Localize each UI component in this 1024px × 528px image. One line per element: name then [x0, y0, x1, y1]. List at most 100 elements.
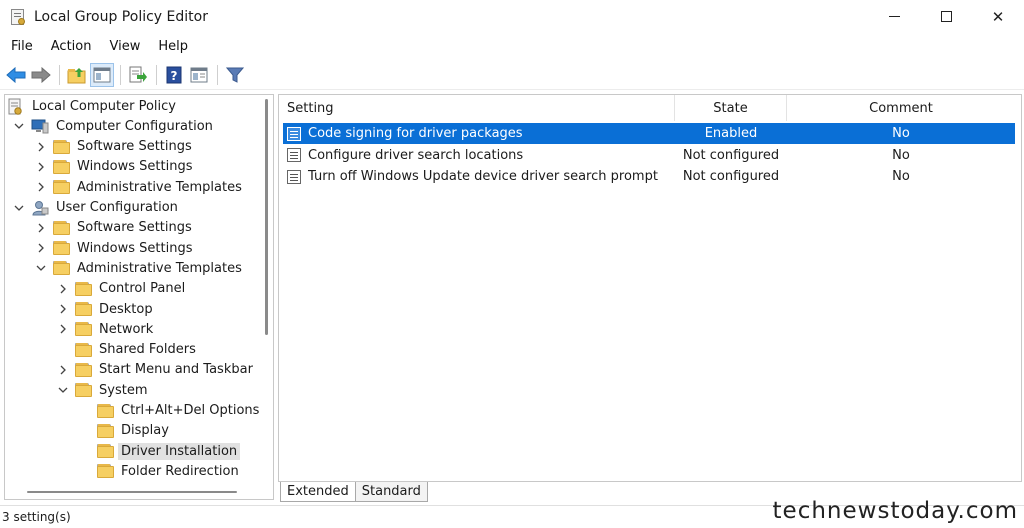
chevron-right-icon[interactable]	[57, 364, 69, 376]
tab-extended[interactable]: Extended	[280, 482, 356, 502]
menu-bar: File Action View Help	[0, 35, 1024, 57]
console-tree[interactable]: Local Computer Policy Computer Configurat…	[4, 94, 274, 500]
tree-item-label: Network	[99, 321, 154, 337]
properties-icon	[190, 67, 208, 82]
state-cell: Enabled	[704, 126, 758, 141]
tree-item[interactable]: Shared Folders	[57, 340, 199, 360]
chevron-down-icon[interactable]	[35, 262, 47, 274]
chevron-right-icon[interactable]	[57, 323, 69, 335]
tab-standard[interactable]: Standard	[355, 482, 428, 502]
chevron-down-icon[interactable]	[13, 120, 25, 132]
maximize-icon	[940, 11, 952, 22]
column-header-state[interactable]: State	[675, 95, 787, 121]
tree-item-label: Control Panel	[99, 281, 186, 297]
back-button[interactable]	[4, 63, 28, 87]
show-hide-tree-button[interactable]	[90, 62, 114, 87]
policy-row[interactable]: Turn off Windows Update device driver se…	[283, 166, 1015, 187]
toolbar-separator	[59, 64, 60, 85]
maximize-button[interactable]	[920, 0, 972, 33]
tree-item[interactable]: Control Panel	[57, 279, 188, 299]
chevron-down-icon[interactable]	[13, 202, 25, 214]
tree-item[interactable]: Administrative Templates	[35, 177, 245, 197]
tree-item[interactable]: Software Settings	[35, 218, 195, 238]
tree-item[interactable]: Software Settings	[35, 137, 195, 157]
forward-button[interactable]	[29, 63, 53, 87]
chevron-right-icon[interactable]	[35, 242, 47, 254]
tree-item-label: Administrative Templates	[77, 260, 242, 276]
user-icon	[31, 200, 49, 216]
comment-cell: No	[892, 126, 910, 141]
filter-button[interactable]	[223, 63, 247, 87]
back-arrow-icon	[6, 66, 26, 83]
tree-item[interactable]: Folder Redirection	[79, 461, 242, 481]
help-button[interactable]: ?	[162, 63, 186, 87]
tree-item[interactable]: Network	[57, 319, 156, 339]
menu-help[interactable]: Help	[149, 39, 197, 54]
tree-item-label: Start Menu and Taskbar	[99, 362, 253, 378]
column-header-setting[interactable]: Setting	[279, 95, 675, 121]
folder-icon	[53, 139, 70, 154]
minimize-button[interactable]	[868, 0, 920, 33]
tree-item-label: Desktop	[99, 301, 153, 317]
chevron-right-icon[interactable]	[35, 161, 47, 173]
up-one-level-button[interactable]	[65, 63, 89, 87]
folder-icon	[75, 342, 92, 357]
menu-action[interactable]: Action	[42, 39, 101, 54]
tree-item-label: Software Settings	[77, 139, 192, 155]
tree-item[interactable]: Desktop	[57, 299, 156, 319]
chevron-right-icon[interactable]	[57, 283, 69, 295]
tree-item-label: Driver Installation	[118, 442, 241, 460]
chevron-right-icon[interactable]	[35, 181, 47, 193]
tree-item[interactable]: Windows Settings	[35, 238, 195, 258]
state-cell: Not configured	[682, 169, 780, 184]
tree-item[interactable]: Computer Configuration	[13, 116, 216, 136]
tree-item[interactable]: Driver Installation	[79, 441, 241, 461]
tree-item-label: Folder Redirection	[121, 463, 239, 479]
title-bar: Local Group Policy Editor ✕	[0, 0, 1024, 33]
up-folder-icon	[67, 67, 86, 83]
tree-item[interactable]: Display	[79, 421, 172, 441]
column-state-label: State	[713, 100, 748, 116]
tree-item[interactable]: Windows Settings	[35, 157, 195, 177]
folder-icon	[75, 302, 92, 316]
tree-item-label: Local Computer Policy	[32, 98, 176, 114]
chevron-right-icon[interactable]	[35, 141, 47, 153]
column-comment-label: Comment	[869, 100, 933, 116]
tree-item[interactable]: System	[57, 380, 150, 400]
view-tabs: Extended Standard	[280, 482, 428, 502]
filter-icon	[226, 67, 244, 83]
menu-view[interactable]: View	[100, 39, 149, 54]
tree-item[interactable]: Administrative Templates	[35, 258, 245, 278]
tree-vertical-scrollbar[interactable]	[265, 99, 268, 335]
policy-row[interactable]: Code signing for driver packages Enabled N…	[283, 123, 1015, 144]
watermark: technewstoday.com	[772, 498, 1018, 524]
computer-icon	[31, 118, 49, 134]
close-icon: ✕	[991, 7, 1005, 26]
details-pane[interactable]: Setting State Comment Code signing for d…	[278, 94, 1022, 482]
folder-icon	[53, 261, 70, 276]
chevron-right-icon[interactable]	[35, 222, 47, 234]
policy-setting-icon	[287, 148, 301, 162]
export-list-button[interactable]	[126, 63, 150, 87]
menu-file[interactable]: File	[2, 39, 42, 54]
toolbar-separator	[156, 64, 157, 85]
properties-button[interactable]	[187, 63, 211, 87]
chevron-right-icon[interactable]	[57, 303, 69, 315]
tree-item[interactable]: Start Menu and Taskbar	[57, 360, 256, 380]
tree-item[interactable]: Ctrl+Alt+Del Options	[79, 401, 262, 421]
policy-row[interactable]: Configure driver search locations Not con…	[283, 145, 1015, 166]
tree-item-label: Windows Settings	[77, 240, 193, 256]
tree-item[interactable]: Local Computer Policy	[7, 96, 179, 116]
setting-cell: Turn off Windows Update device driver se…	[283, 166, 658, 187]
column-header-comment[interactable]: Comment	[787, 95, 1015, 121]
forward-arrow-icon	[31, 66, 51, 83]
close-button[interactable]: ✕	[972, 0, 1024, 33]
tab-standard-label: Standard	[361, 484, 421, 499]
folder-icon	[97, 464, 114, 479]
chevron-down-icon[interactable]	[57, 384, 69, 396]
tree-horizontal-scrollbar[interactable]	[27, 491, 237, 493]
tree-item[interactable]: User Configuration	[13, 198, 181, 218]
